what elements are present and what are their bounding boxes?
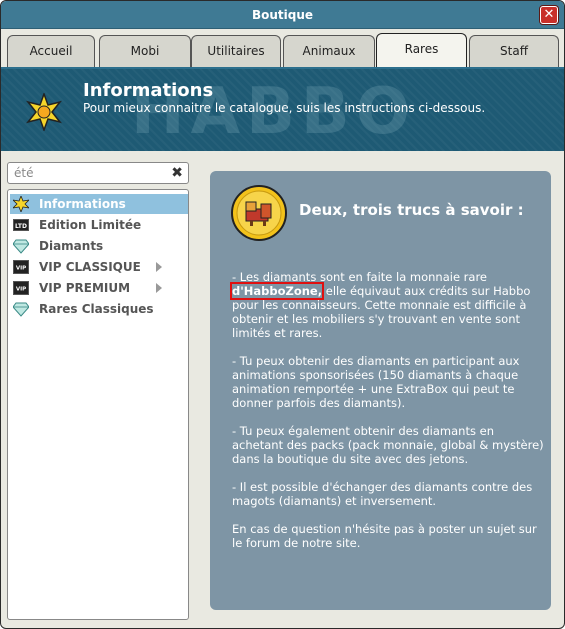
window-title: Boutique <box>251 8 314 22</box>
tab-animaux[interactable]: Animaux <box>283 35 375 67</box>
clear-icon[interactable]: ✖ <box>171 165 183 181</box>
sidebar-item-diamants[interactable]: Diamants <box>10 236 188 256</box>
sidebar-item-label: Edition Limitée <box>39 218 142 232</box>
svg-text:VIP: VIP <box>16 287 26 293</box>
paragraph-5: En cas de question n'hésite pas à poster… <box>232 522 537 550</box>
chevron-right-icon[interactable] <box>156 262 162 272</box>
info-header: HABBO Informations Pour mieux connaitre … <box>1 67 564 151</box>
title-bar[interactable]: Boutique ✕ <box>1 1 564 29</box>
tab-staff[interactable]: Staff <box>469 35 559 67</box>
highlighted-text: d'HabboZone, <box>229 282 325 300</box>
search-input[interactable] <box>14 163 164 183</box>
tab-mobi[interactable]: Mobi <box>99 35 191 67</box>
tab-bar: Accueil Mobi Utilitaires Animaux Rares S… <box>1 33 564 67</box>
tab-utilitaires[interactable]: Utilitaires <box>191 35 281 67</box>
catalog-sidebar: Informations LTD Edition Limitée Diamant… <box>7 189 189 620</box>
close-button[interactable]: ✕ <box>540 6 558 24</box>
star-info-icon <box>26 93 62 131</box>
boutique-window: Boutique ✕ Accueil Mobi Utilitaires Anim… <box>0 0 565 629</box>
vip-icon: VIP <box>13 281 29 295</box>
paragraph-1: - Les diamants sont en faite la monnaie … <box>229 270 544 340</box>
panel-title: Deux, trois trucs à savoir : <box>299 201 524 219</box>
sidebar-item-rares-classiques[interactable]: Rares Classiques <box>10 299 188 319</box>
sidebar-item-label: Rares Classiques <box>39 302 154 316</box>
vip-icon: VIP <box>13 260 29 274</box>
sidebar-item-vip-premium[interactable]: VIP VIP PREMIUM <box>10 278 188 298</box>
sidebar-item-edition-limitee[interactable]: LTD Edition Limitée <box>10 215 188 235</box>
furniture-badge-icon <box>231 185 287 241</box>
chevron-right-icon[interactable] <box>156 283 162 293</box>
sidebar-item-label: Informations <box>39 197 126 211</box>
sidebar-item-informations[interactable]: Informations <box>10 194 188 214</box>
paragraph-3: - Tu peux également obtenir des diamants… <box>232 424 544 466</box>
close-icon: ✕ <box>543 7 555 22</box>
paragraph-4: - Il est possible d'échanger des diamant… <box>232 480 533 508</box>
search-box[interactable]: ✖ <box>7 162 189 184</box>
sidebar-item-label: VIP PREMIUM <box>39 281 131 295</box>
star-info-icon <box>13 196 29 212</box>
paragraph-2: - Tu peux obtenir des diamants en partic… <box>232 354 520 410</box>
header-subtitle: Pour mieux connaitre le catalogue, suis … <box>83 101 486 115</box>
sidebar-item-label: VIP CLASSIQUE <box>39 260 141 274</box>
tab-accueil[interactable]: Accueil <box>7 35 95 67</box>
sidebar-item-label: Diamants <box>39 239 104 253</box>
paragraph-text: - Les diamants sont en faite la monnaie … <box>232 270 488 284</box>
svg-text:VIP: VIP <box>16 266 26 272</box>
svg-text:LTD: LTD <box>15 223 27 230</box>
info-panel: Deux, trois trucs à savoir : - Les diama… <box>210 171 551 610</box>
sidebar-item-vip-classique[interactable]: VIP VIP CLASSIQUE <box>10 257 188 277</box>
header-title: Informations <box>83 80 214 101</box>
diamond-icon <box>13 239 29 254</box>
diamond-icon <box>13 302 29 317</box>
ltd-icon: LTD <box>13 219 29 231</box>
panel-body: - Les diamants sont en faite la monnaie … <box>229 270 544 564</box>
tab-rares[interactable]: Rares <box>376 33 467 67</box>
